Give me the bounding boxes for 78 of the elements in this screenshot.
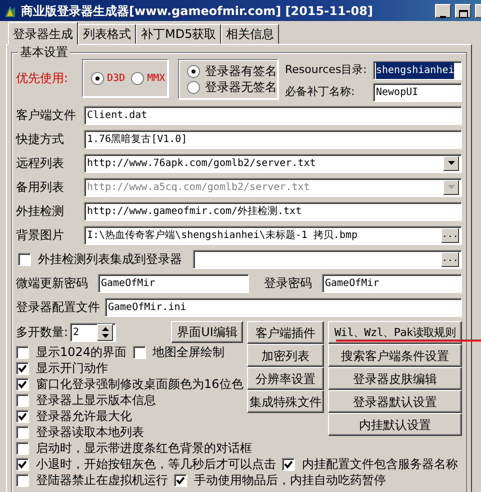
action-button[interactable]: Wil、Wzl、Pak读取规则 — [328, 321, 462, 344]
input-field[interactable]: Client.dat — [84, 106, 462, 124]
minimize-button[interactable] — [435, 4, 451, 18]
checkbox[interactable] — [132, 346, 146, 358]
checkbox-label: 显示开门动作 — [36, 360, 108, 377]
input-field[interactable]: GameOfMir — [98, 274, 249, 292]
input-field[interactable]: shengshianhei — [373, 60, 462, 80]
action-button[interactable]: 客户端插件 — [247, 321, 324, 344]
checkbox-label: 地图全屏绘制 — [152, 344, 225, 361]
field-label: 登录器配置文件 — [16, 299, 101, 316]
checkbox-label: 小退时，开始按钮灰色，等几秒后才可以点击 — [36, 456, 276, 473]
radio-label: 登录器有签名 — [205, 63, 277, 80]
checkbox-label: 外挂检测列表集成到登录器 — [38, 251, 182, 268]
group-title: 基本设置 — [18, 45, 70, 59]
action-button[interactable]: 加密列表 — [247, 344, 324, 367]
action-button[interactable]: 集成特殊文件 — [247, 390, 324, 413]
field-label: 客户端文件 — [16, 107, 77, 124]
field-label: 快捷方式 — [16, 131, 65, 148]
browse-button[interactable]: ... — [441, 252, 459, 266]
input-field[interactable]: ... — [193, 250, 462, 268]
maximize-icon[interactable] — [458, 10, 468, 18]
resources-label: Resources目录: — [285, 62, 368, 78]
action-button[interactable]: 分辨率设置 — [247, 367, 324, 390]
caret-icon[interactable] — [448, 161, 454, 165]
checkbox[interactable] — [16, 394, 29, 406]
patch-label: 必备补丁名称: — [285, 84, 356, 100]
checkbox[interactable] — [18, 252, 31, 266]
checkbox-label: 手动使用物品后，内挂自动吃药暂停 — [194, 472, 386, 489]
checkbox[interactable] — [16, 346, 29, 358]
input-field[interactable]: http://www.gameofmir.com/外挂检测.txt — [84, 202, 462, 220]
field-label: 远程列表 — [16, 155, 65, 172]
maximize-button[interactable] — [455, 4, 471, 18]
radio-button[interactable] — [187, 64, 200, 78]
field-label: 微端更新密码 — [16, 275, 89, 292]
checkbox[interactable] — [16, 474, 29, 486]
close-button[interactable] — [475, 4, 481, 18]
tab[interactable]: 补丁MD5获取 — [136, 24, 222, 44]
dropdown[interactable]: http://www.76apk.com/gomlb2/server.txt — [84, 154, 462, 172]
window-title: 商业版登录器生成器[www.gameofmir.com] [2015-11-08] — [21, 2, 373, 20]
checkbox[interactable] — [16, 442, 29, 454]
checkbox[interactable] — [16, 426, 29, 438]
action-button[interactable]: 登录器默认设置 — [328, 390, 462, 413]
radio-label: MMX — [147, 72, 166, 86]
input-field[interactable]: I:\热血传奇客户端\shengshianhei\未标题-1 拷贝.bmp ... — [84, 226, 462, 244]
tab[interactable]: 登录器生成 — [8, 22, 78, 45]
radio-button[interactable] — [131, 72, 144, 84]
input-field[interactable]: NewopUI — [373, 82, 462, 102]
spinner-label: 多开数量: — [16, 324, 68, 341]
checkbox-label: 显示1024的界面 — [36, 344, 127, 361]
checkbox-label: 登陆器禁止在虚拟机运行 — [36, 472, 168, 489]
input-field[interactable]: 1.76黑暗复古[V1.0] — [84, 130, 462, 148]
input-field[interactable]: GameOfMir — [322, 274, 462, 292]
input-field[interactable]: GameOfMir.ini — [105, 298, 462, 316]
checkbox-label: 登录器读取本地列表 — [36, 424, 144, 441]
radio-button[interactable] — [91, 72, 104, 84]
tab[interactable]: 相关信息 — [221, 24, 280, 44]
spin-arrows-icon[interactable] — [102, 326, 109, 338]
field-label: 背景图片 — [16, 227, 65, 244]
radio-label: 登录器无签名 — [205, 79, 277, 96]
number-spinner[interactable]: 2 — [70, 322, 116, 342]
action-button[interactable]: 登录器皮肤编辑 — [328, 367, 462, 390]
radio-label: D3D — [107, 72, 126, 86]
checkbox-label: 登录器允许最大化 — [36, 408, 132, 425]
ui-edit-button[interactable]: 界面UI编辑 — [171, 321, 244, 343]
priority-label: 优先使用: — [16, 70, 70, 87]
radio-button[interactable] — [187, 80, 200, 94]
browse-button[interactable]: ... — [441, 228, 459, 242]
action-button[interactable]: 搜索客户端条件设置 — [328, 344, 462, 367]
checkbox-label: 启动时，显示带进度条红色背景的对话框 — [36, 440, 252, 457]
app-icon — [3, 4, 17, 18]
checkbox-label: 登录器上显示版本信息 — [36, 392, 156, 409]
action-button[interactable]: 内挂默认设置 — [328, 413, 462, 436]
field-label: 登录密码 — [264, 275, 313, 292]
field-label: 外挂检测 — [16, 203, 65, 220]
checkbox-label: 内挂配置文件包含服务器名称 — [302, 456, 458, 473]
field-label: 备用列表 — [16, 179, 65, 196]
tab[interactable]: 列表格式 — [78, 24, 136, 44]
checkbox-label: 窗口化登录强制修改桌面颜色为16位色 — [36, 376, 244, 393]
